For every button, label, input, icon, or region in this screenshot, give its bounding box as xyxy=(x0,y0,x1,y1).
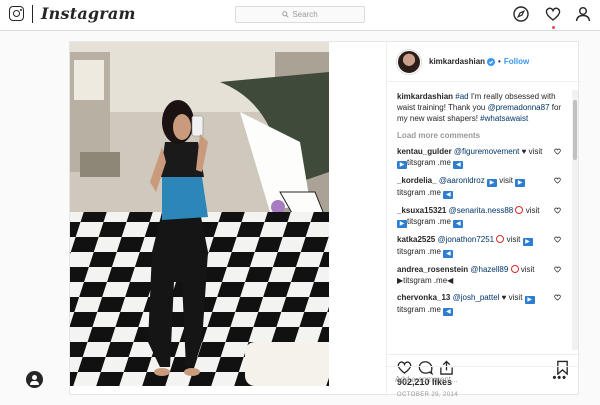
post-date[interactable]: OCTOBER 29, 2014 xyxy=(397,392,458,398)
separator-dot: • xyxy=(498,57,501,66)
caption-mention[interactable]: @premadonna87 xyxy=(488,103,550,112)
comment-like-icon[interactable] xyxy=(554,177,561,184)
no-entry-emoji-icon xyxy=(510,265,519,273)
comment-item: _kordelia_ @aaronldroz ▶ visit ▶ titsgram… xyxy=(397,175,563,199)
comment-text: visit xyxy=(504,235,523,244)
comment-text: ♥ visit xyxy=(499,293,525,302)
scrollbar-thumb[interactable] xyxy=(573,100,577,160)
compass-icon[interactable] xyxy=(513,6,529,22)
comment-username[interactable]: katka2525 xyxy=(397,235,435,244)
comment-like-icon[interactable] xyxy=(554,236,561,243)
instagram-wordmark[interactable]: Instagram xyxy=(41,4,136,23)
search-placeholder: Search xyxy=(292,10,318,19)
arrow-emoji-icon: ▶ xyxy=(515,179,526,187)
comment-mention[interactable]: @aaronldroz xyxy=(439,176,485,185)
comment-item: katka2525 @jonathon7251 visit ▶ titsgram … xyxy=(397,234,563,258)
notification-dot xyxy=(552,26,555,29)
arrow-emoji-icon: ◀ xyxy=(453,161,464,169)
comment-mention[interactable]: @hazell89 xyxy=(470,265,508,274)
load-more-comments[interactable]: Load more comments xyxy=(397,131,563,140)
comment-link: titsgram .me xyxy=(397,305,442,314)
post-side-panel: kimkardashian • Follow kimkardashian #ad… xyxy=(386,42,581,398)
arrow-emoji-icon: ▶ xyxy=(486,179,497,187)
comment-mention[interactable]: @figuremovement xyxy=(454,147,519,156)
search-input[interactable]: Search xyxy=(235,6,365,23)
caption-username[interactable]: kimkardashian xyxy=(397,92,453,101)
comment-item: kentau_gulder @figuremovement ♥ visit ▶ t… xyxy=(397,146,563,169)
comment-item: _ksuxa15321 @senarita.ness88 visit ▶ tits… xyxy=(397,205,563,228)
hashtag-ad[interactable]: #ad xyxy=(455,92,468,101)
arrow-emoji-icon: ◀ xyxy=(443,308,454,316)
top-navbar: Instagram Search xyxy=(0,0,600,31)
comment-mention[interactable]: @senarita.ness88 xyxy=(449,206,514,215)
verified-badge-icon xyxy=(487,57,496,66)
comment-text: visit xyxy=(496,176,516,185)
post-card: kimkardashian • Follow kimkardashian #ad… xyxy=(69,41,581,398)
arrow-emoji-icon: ▶ xyxy=(524,296,535,304)
arrow-emoji-icon: ▶ xyxy=(397,161,407,169)
instagram-camera-icon[interactable] xyxy=(9,6,24,21)
comment-like-icon[interactable] xyxy=(554,294,561,301)
arrow-emoji-icon: ◀ xyxy=(443,191,454,199)
comment-username[interactable]: chervonka_13 xyxy=(397,293,450,302)
arrow-emoji-icon: ◀ xyxy=(443,250,454,258)
comments-scrollbar[interactable] xyxy=(572,90,578,350)
post-photo[interactable] xyxy=(70,42,329,386)
avatar[interactable] xyxy=(397,49,421,74)
arrow-emoji-icon: ▶ xyxy=(522,238,533,246)
comment-username[interactable]: _kordelia_ xyxy=(397,176,437,185)
comment-like-icon[interactable] xyxy=(554,266,561,273)
more-options-icon[interactable]: ••• xyxy=(552,372,567,384)
comment-link: titsgram .me xyxy=(407,158,452,167)
comment-mention[interactable]: @jonathon7251 xyxy=(438,235,495,244)
comment-like-icon[interactable] xyxy=(554,148,561,155)
heart-icon[interactable] xyxy=(545,6,561,22)
search-icon xyxy=(282,11,289,18)
logo-divider xyxy=(32,5,33,23)
arrow-emoji-icon: ▶ xyxy=(397,220,407,228)
post-header: kimkardashian • Follow xyxy=(387,42,581,82)
user-icon[interactable] xyxy=(575,6,591,22)
profile-button[interactable] xyxy=(26,371,43,388)
comment-text: visit xyxy=(518,265,535,274)
comments-section: kimkardashian #ad I'm really obsessed wi… xyxy=(387,83,581,351)
arrow-emoji-icon: ◀ xyxy=(453,220,464,228)
comment-link: titsgram .me xyxy=(397,247,442,256)
add-comment-placeholder: Add a comment... xyxy=(395,375,458,384)
post-image-illustration xyxy=(70,42,329,386)
post-username[interactable]: kimkardashian xyxy=(429,57,485,66)
comment-link: ▶titsgram .me◀ xyxy=(397,276,454,285)
comment-item: chervonka_13 @josh_pattel ♥ visit ▶ titsg… xyxy=(397,292,563,316)
hashtag-whatsawaist[interactable]: #whatsawaist xyxy=(480,114,528,123)
comment-username[interactable]: andrea_rosenstein xyxy=(397,265,468,274)
comment-username[interactable]: _ksuxa15321 xyxy=(397,206,446,215)
follow-button[interactable]: Follow xyxy=(504,57,529,66)
post-caption: kimkardashian #ad I'm really obsessed wi… xyxy=(397,91,563,124)
comment-mention[interactable]: @josh_pattel xyxy=(453,293,500,302)
comment-link: titsgram .me xyxy=(407,217,452,226)
add-comment-field[interactable]: Add a comment... ••• xyxy=(385,366,579,392)
comment-text: visit xyxy=(523,206,540,215)
comment-link: titsgram .me xyxy=(397,188,442,197)
comment-item: andrea_rosenstein @hazell89 visit ▶titsg… xyxy=(397,264,563,286)
comment-username[interactable]: kentau_gulder xyxy=(397,147,452,156)
comment-text: ♥ visit xyxy=(519,147,543,156)
comment-like-icon[interactable] xyxy=(554,207,561,214)
